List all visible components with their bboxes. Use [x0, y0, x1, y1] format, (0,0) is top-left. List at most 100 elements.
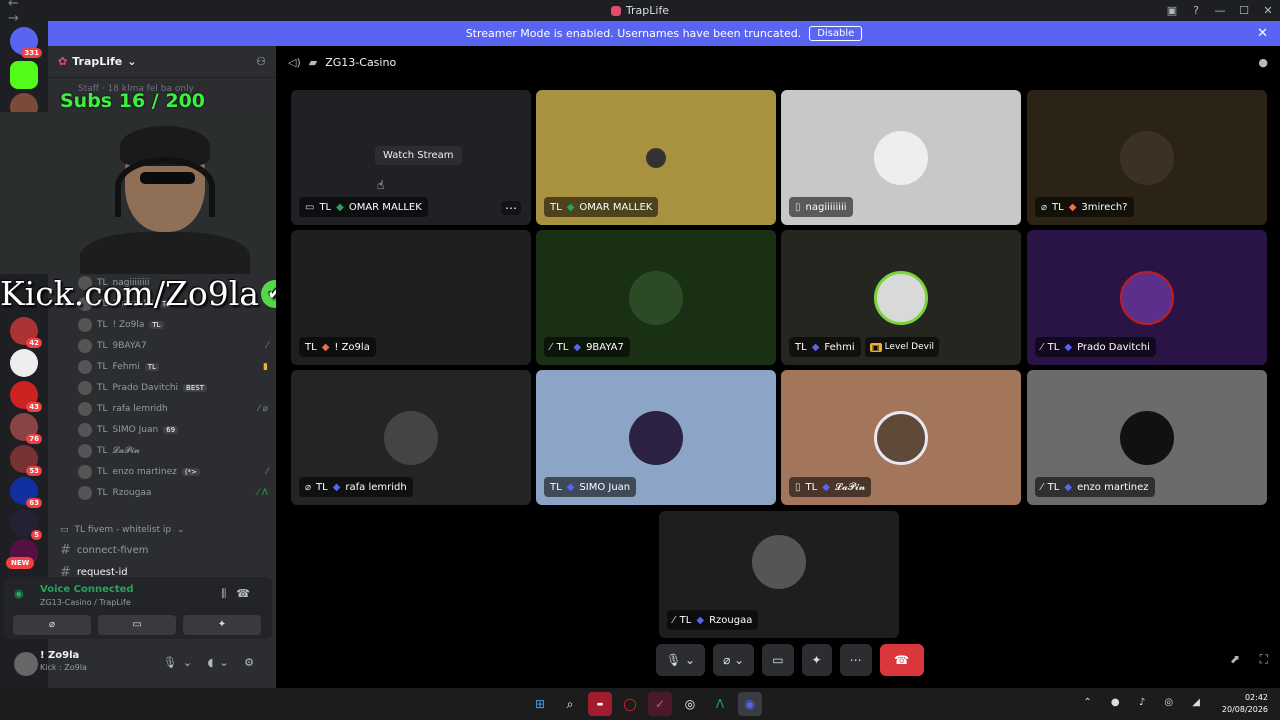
participant-tile[interactable]: TL ◆ OMAR MALLEK: [536, 90, 776, 225]
stream-tile[interactable]: Watch Stream ☝ ▭ TL ◆ OMAR MALLEK ⋯: [291, 90, 531, 225]
prefix: TL: [97, 467, 108, 477]
participant-tile[interactable]: ▯ TL ◆ 𝓛𝓪𝓟𝓲𝓷: [781, 370, 1021, 505]
participant-tile[interactable]: ⁄ TL ◆ Prado Davitchi: [1027, 230, 1267, 365]
badge: 63: [26, 498, 42, 508]
server-icon[interactable]: 43: [10, 381, 42, 412]
muted-icon: ⁄: [550, 341, 552, 353]
minimize-button[interactable]: —: [1208, 4, 1232, 17]
prefix: TL: [97, 425, 108, 435]
server-icon[interactable]: 76: [10, 413, 42, 444]
server-icon[interactable]: 53: [10, 445, 42, 476]
member-tag: 69: [163, 426, 179, 434]
participant-tile[interactable]: ⁄ TL ◆ 9BAYA7: [536, 230, 776, 365]
discord-icon[interactable]: ◉: [738, 692, 762, 716]
member-item[interactable]: TL 𝓛𝓪𝓟𝓲𝓷: [78, 442, 268, 460]
member-item[interactable]: TL rafa lemridh ⁄ ⌀: [78, 400, 268, 418]
camera-button[interactable]: ⌀ ⌄: [713, 644, 755, 676]
server-icon[interactable]: 42: [10, 317, 42, 348]
server-icon[interactable]: 63: [10, 477, 42, 508]
badge: 43: [26, 402, 42, 412]
watch-stream-button[interactable]: Watch Stream: [375, 146, 462, 165]
badge: 53: [26, 466, 42, 476]
app-icon[interactable]: Λ: [708, 692, 732, 716]
opera-icon[interactable]: ◯: [618, 692, 642, 716]
voice-channel-icon: ▰: [308, 55, 318, 69]
muted-icon: ⁄: [1041, 341, 1043, 353]
avatar: [752, 534, 806, 589]
member-item[interactable]: TL Prado Davitchi BEST: [78, 379, 268, 397]
obs-icon[interactable]: ◎: [678, 692, 702, 716]
channel-title: ZG13-Casino: [325, 55, 397, 69]
app-icon[interactable]: ▬: [588, 692, 612, 716]
member-item[interactable]: TL ! Zo9la TL: [78, 316, 268, 334]
member-item[interactable]: TL Fehmi TL ▮: [78, 358, 268, 376]
deafened-icon: ⌀: [305, 481, 312, 493]
participant-tile[interactable]: ⌀ TL ◆ 3mirech?: [1027, 90, 1267, 225]
windows-start-icon[interactable]: ⊞: [528, 692, 552, 716]
close-icon[interactable]: ✕: [1257, 26, 1268, 41]
maximize-button[interactable]: ☐: [1232, 4, 1256, 17]
prefix: TL: [556, 341, 569, 353]
more-button[interactable]: ⋯: [839, 644, 872, 676]
screen-share-button[interactable]: ▭: [98, 615, 176, 635]
participant-tile[interactable]: TL ◆ ! Zo9la: [291, 230, 531, 365]
member-item[interactable]: TL Rzougaa ⁄ Λ: [78, 484, 268, 502]
voice-location[interactable]: ZG13-Casino / TrapLife: [40, 598, 131, 607]
activity-button[interactable]: ✦: [183, 615, 261, 635]
chat-icon[interactable]: ●: [1258, 56, 1268, 69]
deafened-icon: ⌀: [1041, 201, 1048, 213]
activity-button[interactable]: ✦: [801, 644, 832, 676]
disable-button[interactable]: Disable: [809, 26, 863, 41]
member-item[interactable]: TL SIMO Juan 69: [78, 421, 268, 439]
user-controls[interactable]: 🎙⌄ ◖⌄ ⚙: [163, 656, 260, 669]
kick-server-icon[interactable]: [10, 61, 38, 89]
webcam-overlay: [0, 112, 288, 274]
participant-tile[interactable]: ⌀ TL ◆ rafa lemridh: [291, 370, 531, 505]
member-item[interactable]: TL 9BAYA7 ⁄: [78, 337, 268, 355]
voice-actions[interactable]: ⫼☎: [221, 587, 260, 601]
badge-icon: ◆: [1068, 201, 1077, 213]
app-icon[interactable]: ✓: [648, 692, 672, 716]
participant-tile[interactable]: TL ◆ SIMO Juan: [536, 370, 776, 505]
member-name: SIMO Juan: [112, 425, 159, 435]
kick-url: Kick.com/Zo9la: [0, 274, 259, 313]
system-tray[interactable]: ⌃ ● ♪ ◎ ◢: [1083, 697, 1208, 708]
prefix: TL: [97, 320, 108, 330]
add-member-icon[interactable]: ⚇: [256, 55, 266, 68]
prefix: TL: [316, 481, 328, 493]
channel-name: connect-fivem: [76, 544, 149, 556]
signal-icon[interactable]: ◉: [14, 587, 24, 600]
avatar: [384, 410, 438, 465]
screen-share-button[interactable]: ▭: [762, 644, 794, 676]
avatar[interactable]: [14, 652, 38, 676]
badge-icon: ◆: [321, 341, 330, 353]
more-options-icon[interactable]: ⋯: [501, 201, 521, 215]
server-header[interactable]: ✿ TrapLife ⌄ ⚇: [48, 46, 276, 78]
prefix: TL: [679, 614, 692, 626]
banner-text: Streamer Mode is enabled. Usernames have…: [465, 27, 802, 40]
video-toggle-button[interactable]: ⌀: [13, 615, 91, 635]
clock[interactable]: 02:42 20/08/2026: [1222, 692, 1268, 716]
participant-tile[interactable]: ⁄ TL ◆ Rzougaa: [659, 511, 899, 638]
hang-up-button[interactable]: ☎: [879, 644, 924, 676]
participant-tile[interactable]: ▯ nagiiiiiiii: [781, 90, 1021, 225]
search-icon[interactable]: ⌕: [558, 692, 582, 716]
participant-tile[interactable]: TL ◆ Fehmi ▣ Level Devil: [781, 230, 1021, 365]
participant-tile[interactable]: ⁄ TL ◆ enzo martinez: [1027, 370, 1267, 505]
prefix: TL: [97, 404, 108, 414]
channel-category[interactable]: ▭ TL fivem - whitelist ip ⌄: [60, 520, 185, 540]
server-icon[interactable]: 5: [10, 509, 42, 540]
discord-home-icon[interactable]: 331: [10, 27, 42, 58]
fullscreen-icon[interactable]: ⛶: [1260, 652, 1268, 667]
microphone-button[interactable]: 🎙 ⌄: [656, 644, 706, 676]
tile-label: TL ◆ OMAR MALLEK: [544, 197, 659, 217]
avatar: [78, 339, 92, 353]
popout-icon[interactable]: ⬈: [1230, 652, 1240, 666]
help-icon[interactable]: ?: [1184, 4, 1208, 17]
server-icon[interactable]: [10, 349, 38, 377]
member-item[interactable]: TL enzo martinez (*> ⁄: [78, 463, 268, 481]
subs-counter: Subs 16 / 200: [60, 90, 206, 112]
channel-connect-fivem[interactable]: # connect-fivem: [60, 540, 149, 560]
close-button[interactable]: ✕: [1256, 4, 1280, 17]
inbox-icon[interactable]: ▣: [1160, 4, 1184, 17]
